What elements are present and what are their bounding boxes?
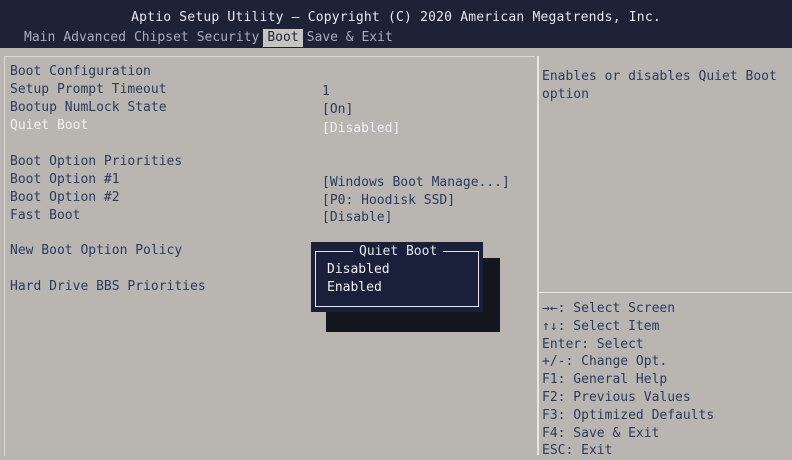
key-general-help: F1: General Help: [542, 372, 668, 388]
tab-chipset[interactable]: Chipset: [130, 29, 193, 47]
key-select-item: ↑↓: Select Item: [542, 318, 660, 334]
tab-boot[interactable]: Boot: [263, 29, 303, 47]
popup-title: Quiet Boot: [353, 244, 444, 260]
key-legend: →←: Select Screen ↑↓: Select Item Enter:…: [542, 300, 790, 460]
quiet-boot-value[interactable]: [Disabled]: [322, 121, 400, 137]
app-title: Aptio Setup Utility – Copyright (C) 2020…: [131, 10, 661, 25]
hard-drive-bbs-item[interactable]: Hard Drive BBS Priorities: [10, 279, 206, 295]
setup-prompt-timeout-value[interactable]: 1: [322, 84, 330, 100]
quiet-boot-popup: Quiet Boot Disabled Enabled: [311, 242, 483, 312]
key-enter: Enter: Select: [542, 336, 644, 352]
tab-save-exit[interactable]: Save & Exit: [303, 29, 397, 47]
key-previous-values: F2: Previous Values: [542, 389, 691, 405]
help-text: Enables or disables Quiet Boot option: [542, 69, 777, 102]
key-save-exit: F4: Save & Exit: [542, 425, 660, 441]
key-select-screen: →←: Select Screen: [542, 301, 676, 316]
boot-option-2-label[interactable]: Boot Option #2: [10, 190, 120, 206]
panel-divider: [537, 56, 539, 455]
bootup-numlock-value[interactable]: [On]: [322, 102, 353, 118]
popup-option-enabled[interactable]: Enabled: [327, 280, 382, 296]
key-optimized-defaults: F3: Optimized Defaults: [542, 407, 715, 423]
help-divider: [539, 292, 792, 293]
boot-option-1-value[interactable]: [Windows Boot Manage...]: [322, 175, 510, 191]
tab-security[interactable]: Security: [193, 29, 264, 47]
key-esc-exit: ESC: Exit: [542, 443, 613, 459]
quiet-boot-label[interactable]: Quiet Boot: [10, 118, 88, 134]
section-boot-option-priorities: Boot Option Priorities: [10, 154, 183, 169]
setup-prompt-timeout-label[interactable]: Setup Prompt Timeout: [10, 82, 167, 98]
popup-option-disabled[interactable]: Disabled: [327, 262, 390, 278]
new-boot-option-policy-item[interactable]: New Boot Option Policy: [10, 243, 182, 259]
tab-bar: Main Advanced Chipset Security Boot Save…: [20, 29, 397, 47]
fast-boot-value[interactable]: [Disable]: [322, 210, 392, 226]
tab-main[interactable]: Main: [20, 29, 59, 47]
boot-option-1-label[interactable]: Boot Option #1: [10, 172, 120, 188]
boot-option-2-value[interactable]: [P0: Hoodisk SSD]: [322, 193, 455, 209]
bios-header: Aptio Setup Utility – Copyright (C) 2020…: [0, 0, 792, 48]
bootup-numlock-label[interactable]: Bootup NumLock State: [10, 100, 167, 116]
key-change-opt: +/-: Change Opt.: [542, 354, 668, 370]
tab-advanced[interactable]: Advanced: [59, 29, 130, 47]
fast-boot-label[interactable]: Fast Boot: [10, 208, 80, 224]
section-boot-configuration: Boot Configuration: [10, 64, 151, 79]
